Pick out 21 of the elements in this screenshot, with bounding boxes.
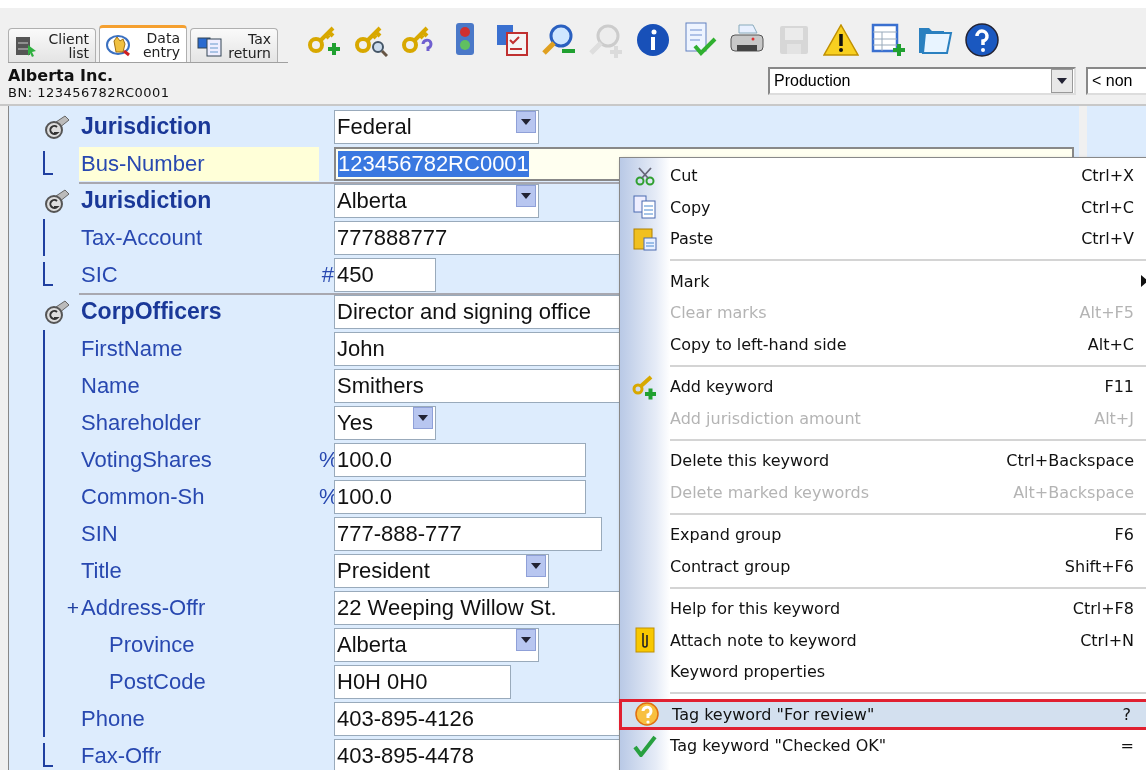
field-label: Shareholder (81, 409, 201, 436)
field-label: Title (81, 557, 122, 584)
field-label: Jurisdiction (81, 113, 212, 140)
field-label: Tax-Account (81, 224, 203, 251)
field-label: Common-Sh (81, 483, 205, 510)
field-label: CorpOfficers (81, 298, 222, 325)
field-label: Province (109, 631, 195, 658)
unit-symbol: # (320, 261, 334, 288)
field-label: Jurisdiction (81, 187, 212, 214)
field-label: Phone (81, 705, 145, 732)
field-label: Bus-Number (81, 150, 205, 177)
field-label: FirstName (81, 335, 183, 362)
field-label: SIC (81, 261, 118, 288)
client-name: Alberta Inc. (8, 67, 114, 85)
field-label: PostCode (109, 668, 206, 695)
field-label: SIN (81, 520, 118, 547)
field-label: VotingShares (81, 446, 212, 473)
field-label: Address-Offr (81, 594, 206, 621)
business-number: BN: 123456782RC0001 (8, 85, 170, 100)
field-label: Name (81, 372, 140, 399)
field-label: Fax-Offr (81, 742, 162, 769)
